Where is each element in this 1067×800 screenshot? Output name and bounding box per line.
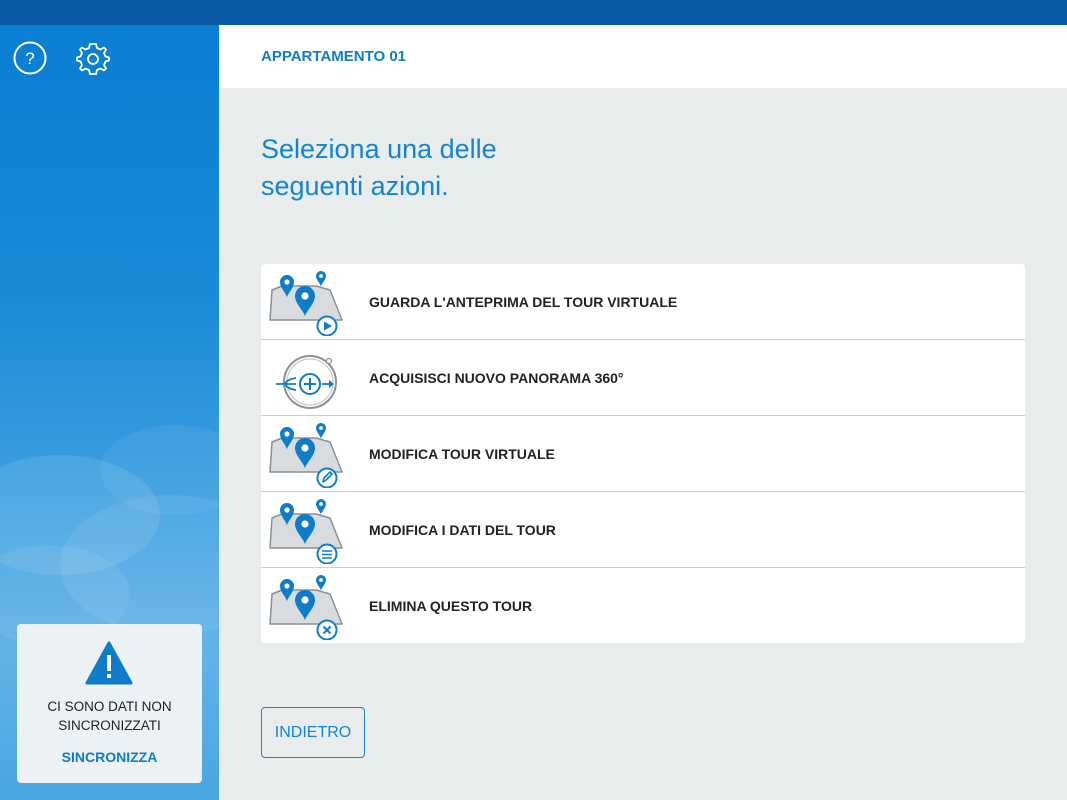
sync-link[interactable]: SINCRONIZZA [17, 749, 202, 765]
map-delete-icon [269, 575, 343, 640]
back-button[interactable]: INDIETRO [261, 707, 365, 758]
action-label: MODIFICA I DATI DEL TOUR [369, 522, 556, 538]
gear-icon[interactable] [75, 40, 111, 76]
action-label: ELIMINA QUESTO TOUR [369, 598, 533, 614]
instruction-heading: Seleziona una delle seguenti azioni. [261, 134, 497, 201]
action-label: ACQUISISCI NUOVO PANORAMA 360° [369, 370, 624, 386]
action-capture-panorama[interactable]: ACQUISISCI NUOVO PANORAMA 360° [261, 340, 1025, 416]
panorama-add-icon [276, 355, 337, 409]
action-edit-tour-data[interactable]: MODIFICA I DATI DEL TOUR [261, 492, 1025, 568]
actions-list: GUARDA L'ANTEPRIMA DEL TOUR VIRTUALE ACQ… [261, 264, 1025, 643]
sidebar: ? CI SONO DATI NON SINCRONIZZATI SINCRON… [0, 25, 219, 800]
action-label: GUARDA L'ANTEPRIMA DEL TOUR VIRTUALE [369, 294, 678, 310]
warning-icon [85, 641, 133, 685]
action-delete-tour[interactable]: ELIMINA QUESTO TOUR [261, 568, 1025, 643]
page-header: APPARTAMENTO 01 [219, 25, 1067, 88]
sync-warning-card: CI SONO DATI NON SINCRONIZZATI SINCRONIZ… [17, 624, 202, 783]
sync-warning-line1: CI SONO DATI NON [47, 699, 172, 714]
action-preview-tour[interactable]: GUARDA L'ANTEPRIMA DEL TOUR VIRTUALE [261, 264, 1025, 340]
page-title: APPARTAMENTO 01 [261, 48, 407, 65]
sync-warning-message: CI SONO DATI NON SINCRONIZZATI [17, 697, 202, 735]
map-list-icon [269, 499, 343, 564]
help-icon[interactable]: ? [12, 40, 48, 76]
svg-text:?: ? [25, 49, 34, 68]
map-play-icon [269, 271, 343, 336]
sync-warning-line2: SINCRONIZZATI [58, 718, 161, 733]
action-label: MODIFICA TOUR VIRTUALE [369, 446, 555, 462]
status-bar [0, 0, 1067, 25]
map-edit-icon [269, 423, 343, 488]
action-edit-tour[interactable]: MODIFICA TOUR VIRTUALE [261, 416, 1025, 492]
